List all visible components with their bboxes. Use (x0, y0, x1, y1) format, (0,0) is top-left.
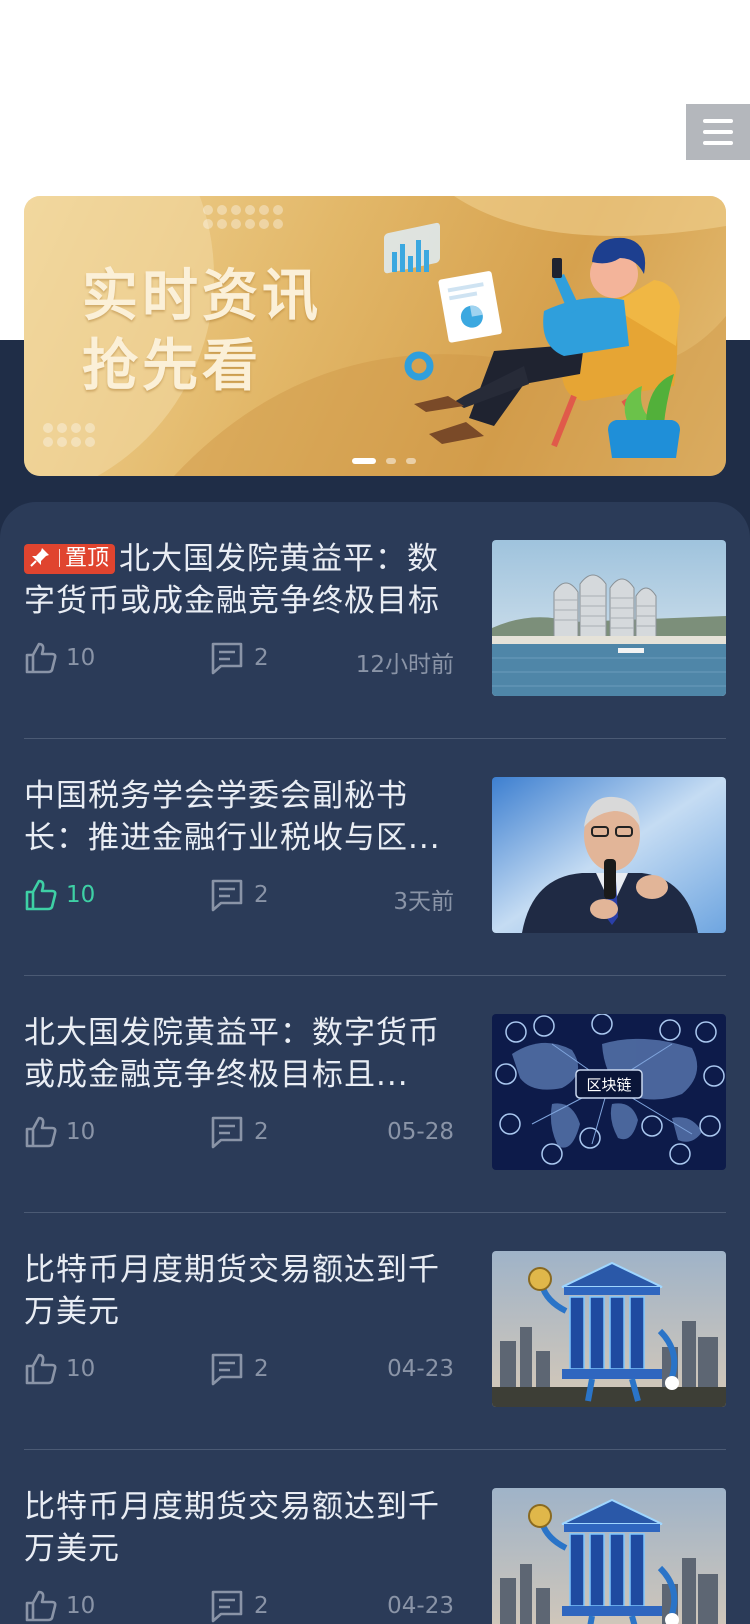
like-count: 10 (66, 882, 96, 908)
news-thumbnail[interactable] (492, 1251, 726, 1407)
publish-time: 3天前 (393, 889, 454, 915)
like-count: 10 (66, 1119, 96, 1145)
thumbs-up-icon (25, 1353, 57, 1385)
banner-headline-line1: 实时资讯 (82, 264, 322, 329)
news-title-text: 比特币月度期货交易额达到千万美元 (24, 1489, 440, 1567)
seaside-towers-image (492, 540, 726, 696)
news-title[interactable]: 比特币月度期货交易额达到千万美元 (24, 1249, 454, 1333)
like-button[interactable]: 10 (24, 1352, 95, 1386)
publish-time: 04-23 (387, 1356, 454, 1382)
publish-time: 12小时前 (355, 652, 454, 678)
publish-time: 05-28 (387, 1119, 454, 1145)
pinned-badge-label: 置顶 (65, 546, 110, 571)
thumbs-up-icon (25, 1116, 57, 1148)
news-thumbnail[interactable] (492, 1488, 726, 1624)
comment-button[interactable]: 2 (210, 878, 269, 912)
news-item[interactable]: 比特币月度期货交易额达到千万美元 10 2 04-23 (24, 1450, 726, 1624)
banner-headline: 实时资讯 抢先看 (82, 262, 322, 402)
banner-dot[interactable] (406, 458, 416, 464)
comment-count: 2 (254, 1593, 269, 1619)
news-thumbnail[interactable] (492, 540, 726, 696)
news-meta: 10 2 3天前 (24, 878, 454, 915)
news-item[interactable]: 比特币月度期货交易额达到千万美元 10 2 04-23 (24, 1213, 726, 1450)
comment-count: 2 (254, 645, 269, 671)
news-title[interactable]: 比特币月度期货交易额达到千万美元 (24, 1486, 454, 1570)
like-count: 10 (66, 1356, 96, 1382)
comment-button[interactable]: 2 (210, 1115, 269, 1149)
blockchain-image-label: 区块链 (586, 1076, 631, 1094)
publish-time: 04-23 (387, 1593, 454, 1619)
like-button[interactable]: 10 (24, 1589, 95, 1623)
banner-dot-active[interactable] (352, 458, 376, 464)
banner-dot[interactable] (386, 458, 396, 464)
like-count: 10 (66, 1593, 96, 1619)
news-item[interactable]: 北大国发院黄益平：数字货币或成金融竞争终极目标且... 10 2 05-28 区… (24, 976, 726, 1213)
badge-separator (59, 549, 60, 567)
news-meta: 10 2 04-23 (24, 1352, 454, 1388)
news-title-text: 北大国发院黄益平：数字货币或成金融竞争终极目标且... (24, 1015, 440, 1093)
news-title[interactable]: 中国税务学会学委会副秘书长：推进金融行业税收与区... (24, 775, 454, 859)
like-count: 10 (66, 645, 96, 671)
news-list: 置顶 北大国发院黄益平：数字货币或成金融竞争终极目标 10 2 12小时前 中国… (0, 502, 750, 1624)
menu-button[interactable] (686, 104, 750, 160)
menu-icon-bar (703, 130, 733, 134)
bank-coin-image (492, 1488, 726, 1624)
page: 实时资讯 抢先看 置顶 北大国发院黄益平：数字货币或成金融竞争终极目标 10 2 … (0, 0, 750, 1624)
comment-count: 2 (254, 882, 269, 908)
comment-icon (211, 1590, 243, 1623)
comment-button[interactable]: 2 (210, 1352, 269, 1386)
like-button[interactable]: 10 (24, 1115, 95, 1149)
thumbs-up-icon (25, 879, 57, 911)
comment-button[interactable]: 2 (210, 1589, 269, 1623)
comment-count: 2 (254, 1119, 269, 1145)
banner-headline-line2: 抢先看 (82, 334, 262, 399)
news-title[interactable]: 置顶 北大国发院黄益平：数字货币或成金融竞争终极目标 (24, 538, 454, 622)
news-item[interactable]: 置顶 北大国发院黄益平：数字货币或成金融竞争终极目标 10 2 12小时前 (24, 502, 726, 739)
pin-icon (30, 548, 49, 567)
thumbs-up-icon (25, 1590, 57, 1622)
promo-banner[interactable]: 实时资讯 抢先看 (24, 196, 726, 476)
menu-icon-bar (703, 119, 733, 123)
speaker-portrait-image (492, 777, 726, 933)
pinned-badge: 置顶 (24, 544, 116, 574)
blockchain-map-image: 区块链 (492, 1014, 726, 1170)
bank-coin-image (492, 1251, 726, 1407)
news-item[interactable]: 中国税务学会学委会副秘书长：推进金融行业税收与区... 10 2 3天前 (24, 739, 726, 976)
thumbs-up-icon (25, 642, 57, 674)
comment-button[interactable]: 2 (210, 641, 269, 675)
comment-count: 2 (254, 1356, 269, 1382)
like-button[interactable]: 10 (24, 641, 95, 675)
news-title-text: 比特币月度期货交易额达到千万美元 (24, 1252, 440, 1330)
news-thumbnail[interactable]: 区块链 (492, 1014, 726, 1170)
news-meta: 10 2 04-23 (24, 1589, 454, 1624)
banner-pagination (24, 458, 726, 464)
news-title-text: 中国税务学会学委会副秘书长：推进金融行业税收与区... (24, 778, 441, 856)
like-button[interactable]: 10 (24, 878, 95, 912)
menu-icon-bar (703, 141, 733, 145)
comment-icon (211, 1116, 243, 1149)
news-thumbnail[interactable] (492, 777, 726, 933)
news-meta: 10 2 12小时前 (24, 641, 454, 678)
comment-icon (211, 1353, 243, 1386)
comment-icon (211, 642, 243, 675)
news-title[interactable]: 北大国发院黄益平：数字货币或成金融竞争终极目标且... (24, 1012, 454, 1096)
news-meta: 10 2 05-28 (24, 1115, 454, 1151)
comment-icon (211, 879, 243, 912)
